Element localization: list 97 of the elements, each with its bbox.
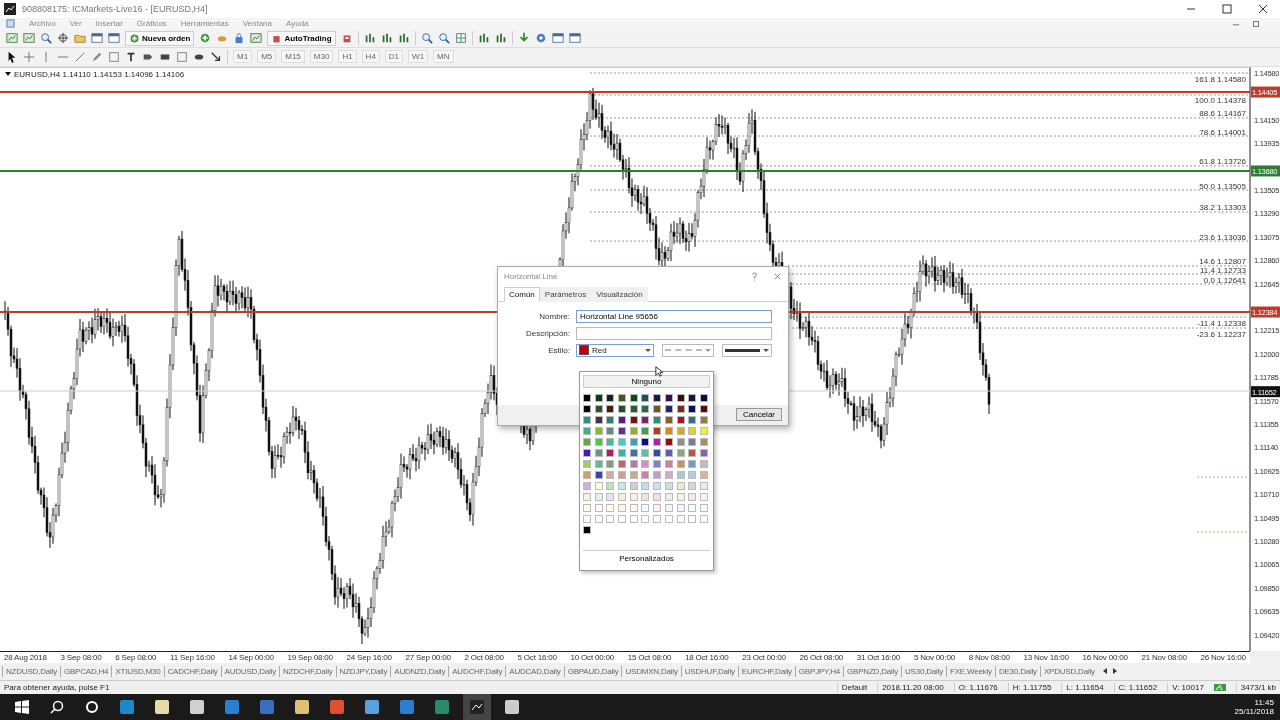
menu-item[interactable]: Ver	[69, 19, 82, 29]
close-price-status: C: 1.11652	[1113, 683, 1158, 693]
field-label: Nombre:	[538, 311, 570, 321]
timeframe-button[interactable]: D1	[384, 50, 404, 64]
chart-tab[interactable]: NZDJPY,Daily	[335, 665, 391, 677]
time-axis-label: 5 Oct 16:00	[517, 652, 557, 662]
fibonacci-level-label: 78.6 1.14001	[1199, 127, 1246, 137]
time-axis-label: 21 Nov 08:00	[1141, 652, 1187, 662]
timeframe-button[interactable]: M15	[281, 50, 305, 64]
timeframe-button[interactable]: H1	[338, 50, 357, 64]
volume-status: V: 10017	[1167, 683, 1204, 693]
time-axis-label: 19 Sep 08:00	[287, 652, 333, 662]
timeframe-button[interactable]: MN	[433, 50, 454, 64]
chart-tab[interactable]: NZDCHF,Daily	[278, 665, 336, 677]
new-order-button[interactable]: Nueva orden	[125, 30, 195, 46]
time-axis-label: 28 Aug 2018	[4, 652, 47, 662]
status-text: Para obtener ayuda, pulse F1	[4, 683, 111, 693]
chart-header: EURUSD,H4 1.14110 1.14153 1.14096 1.14106	[14, 69, 185, 79]
chart-tab[interactable]: GBPCAD,H4	[59, 665, 112, 677]
time-axis-label: 18 Oct 16:00	[685, 652, 729, 662]
chart-tab[interactable]: USDHUF,Daily	[680, 665, 738, 677]
chart-tab[interactable]: AUDCAD,Daily	[505, 665, 564, 677]
time-axis-label: 15 Oct 08:00	[627, 652, 672, 662]
fibonacci-level-label: 88.6 1.14167	[1199, 109, 1246, 119]
chart-tab[interactable]: EURCHF,Daily	[737, 665, 795, 677]
time-axis-label: 26 Oct 08:00	[799, 652, 843, 662]
time-axis-label: 10 Oct 00:00	[570, 652, 614, 662]
fibonacci-level-label: 0.0 1.12641	[1203, 275, 1246, 285]
dialog-tab[interactable]: Visualización	[591, 286, 648, 302]
none-color-button[interactable]: Ninguno	[583, 374, 710, 388]
menu-item[interactable]: Gráficos	[136, 19, 167, 29]
fibonacci-level-label: 23.6 1.13036	[1199, 232, 1246, 242]
fibonacci-level-label: 11.4 1.12733	[1199, 265, 1246, 275]
timeframe-button[interactable]: M30	[309, 50, 334, 64]
chart-tab[interactable]: FXE,Weekly	[946, 665, 995, 677]
menu-item[interactable]: Ayuda	[286, 19, 309, 29]
chart-tab[interactable]: AUDNZD,Daily	[390, 665, 449, 677]
fibonacci-level-label: 161.8 1.14580	[1194, 74, 1246, 84]
chart-tab[interactable]: AUDCHF,Daily	[448, 665, 506, 677]
open-price-status: O: 1.11676	[953, 683, 998, 693]
field-label: Estilo:	[547, 345, 570, 355]
time-axis-label: 16 Nov 00:00	[1082, 652, 1128, 662]
low-price-status: L: 1.11654	[1061, 683, 1104, 693]
timeframe-button[interactable]: H4	[361, 50, 380, 64]
chart-tab[interactable]: GBPJPY,H4	[794, 665, 844, 677]
profile-status: Default	[836, 683, 868, 693]
menu-item[interactable]: Insertar	[95, 19, 123, 29]
menu-item[interactable]: Archivo	[29, 19, 56, 29]
clock-date: 25/11/2018	[1234, 707, 1274, 717]
field-label: Descripción:	[525, 328, 570, 338]
time-axis-label: 31 Oct 16:00	[856, 652, 901, 662]
time-axis-label: 3 Sep 08:00	[60, 652, 102, 662]
autotrading-button[interactable]: AutoTrading	[267, 30, 336, 46]
time-axis-label: 26 Nov 16:00	[1200, 652, 1246, 662]
color-dropdown[interactable]: Red	[576, 343, 654, 357]
window-title: 908808175: ICMarkets-Live16 - [EURUSD,H4]	[22, 3, 208, 14]
cancel-button[interactable]: Cancelar	[736, 408, 782, 422]
chart-tab[interactable]: XPDUSD,Daily	[1039, 665, 1098, 677]
chart-tab[interactable]: US30,Daily	[901, 665, 946, 677]
time-axis-label: 24 Sep 16:00	[346, 652, 392, 662]
time-axis-label: 5 Nov 00:00	[913, 652, 955, 662]
chart-tab[interactable]: GBPAUD,Daily	[563, 665, 622, 677]
chart-tab[interactable]: AUDUSD,Daily	[220, 665, 279, 677]
menu-item[interactable]: Herramientas	[180, 19, 229, 29]
time-status: 2018.11.20 08:00	[877, 683, 944, 693]
dialog-tab[interactable]: Común	[504, 286, 540, 302]
chart-tab[interactable]: USDMXN,Daily	[621, 665, 681, 677]
fibonacci-level-label: 38.2 1.13303	[1199, 203, 1246, 213]
fibonacci-level-label: 50.0 1.13505	[1199, 181, 1246, 191]
time-axis-label: 11 Sep 16:00	[170, 652, 215, 662]
time-axis-label: 2 Oct 08:00	[464, 652, 504, 662]
chart-tab[interactable]: DE30,Daily	[994, 665, 1040, 677]
timeframe-button[interactable]: M5	[257, 50, 277, 64]
fibonacci-level-label: 61.8 1.13726	[1199, 157, 1246, 167]
fibonacci-level-label: -23.6 1.12237	[1196, 329, 1246, 339]
time-axis-label: 6 Sep 08:00	[115, 652, 157, 662]
chart-tab[interactable]: CADCHF,Daily	[163, 665, 221, 677]
fibonacci-level-label: -11.4 1.12338	[1197, 318, 1246, 328]
time-axis-label: 14 Sep 00:00	[228, 652, 274, 662]
menu-item[interactable]: Ventana	[242, 19, 272, 29]
dialog-title: Horizontal Line	[504, 272, 559, 282]
timeframe-button[interactable]: M1	[233, 50, 253, 64]
time-axis-label: 13 Nov 16:00	[1023, 652, 1069, 662]
clock-time: 11:45	[1254, 698, 1274, 708]
time-axis-label: 27 Sep 00:00	[405, 652, 451, 662]
fibonacci-level-label: 14.6 1.12807	[1199, 257, 1246, 267]
timeframe-button[interactable]: W1	[408, 50, 429, 64]
fibonacci-level-label: 100.0 1.14378	[1194, 96, 1246, 106]
time-axis-label: 8 Nov 08:00	[968, 652, 1010, 662]
name-field[interactable]: Horizontal Line 95656	[576, 309, 772, 323]
chart-tab[interactable]: NZDUSD,Daily	[2, 665, 60, 677]
traffic-status: 3473/1 kb	[1235, 683, 1276, 693]
time-axis-label: 23 Oct 00:00	[742, 652, 786, 662]
chart-tab[interactable]: GBPNZD,Daily	[843, 665, 901, 677]
high-price-status: H: 1.11755	[1007, 683, 1052, 693]
dialog-tab[interactable]: Parámetros	[539, 286, 592, 302]
chart-tab[interactable]: XTIUSD,M30	[111, 665, 164, 677]
